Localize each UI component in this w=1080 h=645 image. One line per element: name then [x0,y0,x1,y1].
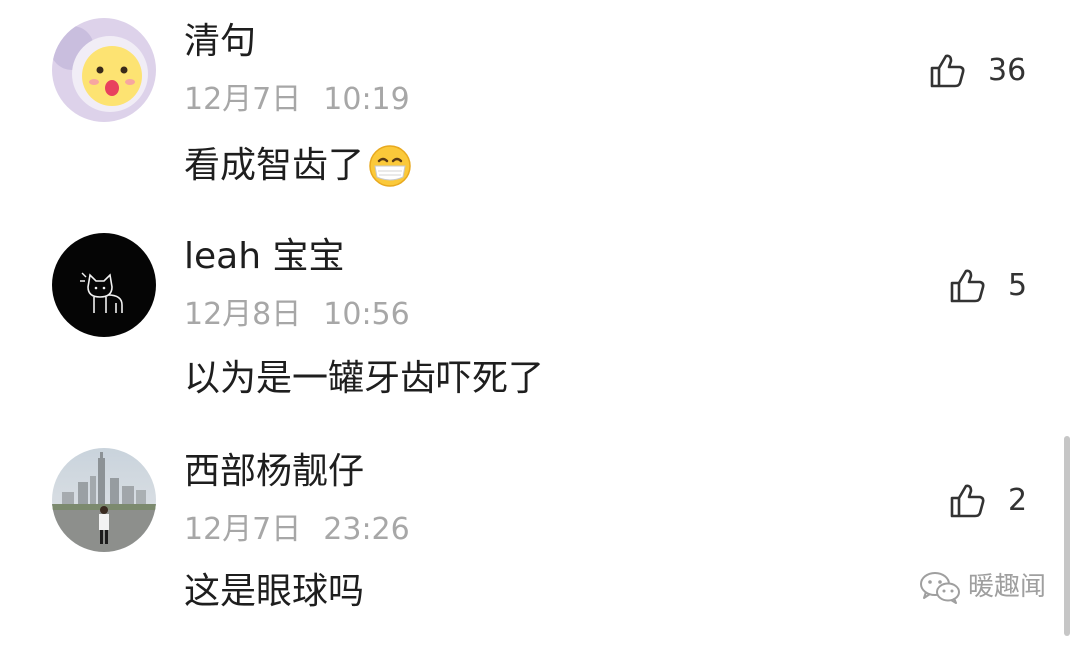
city-photo-avatar-icon [52,448,156,552]
thumbs-up-icon [930,54,965,88]
comment-timestamp: 12月7日 23:26 [184,512,410,548]
comment-date: 12月8日 [184,297,302,332]
comment-item: leah 宝宝 12月8日 10:56 以为是一罐牙齿吓死了 5 [0,215,1080,430]
username[interactable]: 清句 [184,20,256,64]
smiling-face-with-mask-emoji-icon [368,144,412,188]
like-button[interactable]: 2 [948,482,1027,520]
username[interactable]: 西部杨靓仔 [184,450,364,494]
comment-timestamp: 12月8日 10:56 [184,297,410,333]
scrollbar[interactable] [1064,436,1070,636]
user-avatar[interactable] [52,18,156,122]
comment-text-body: 这是眼球吗 [184,571,365,612]
user-avatar[interactable] [52,233,156,337]
comment-text: 以为是一罐牙齿吓死了 [184,357,544,401]
thumbs-up-icon [950,269,985,303]
thumbs-up-icon [950,484,985,518]
comment-time: 10:56 [323,297,410,332]
watermark-text: 暖趣闻 [968,572,1047,602]
cartoon-face-avatar-icon [52,18,156,122]
wechat-icon [920,572,960,604]
comment-text: 看成智齿了 [184,144,412,188]
user-avatar[interactable] [52,448,156,552]
comment-item: 西部杨靓仔 12月7日 23:26 这是眼球吗 2 [0,430,1080,645]
comment-text-body: 以为是一罐牙齿吓死了 [184,358,545,399]
comment-timestamp: 12月7日 10:19 [184,82,410,118]
comment-text: 这是眼球吗 [184,570,364,614]
comment-item: 清句 12月7日 10:19 看成智齿了 36 [0,0,1080,215]
sketch-cat-avatar-icon [52,233,156,337]
comment-time: 23:26 [323,512,410,547]
like-button[interactable]: 5 [948,267,1027,305]
comment-date: 12月7日 [184,82,302,117]
watermark: 暖趣闻 [918,570,1046,604]
username[interactable]: leah 宝宝 [184,235,344,279]
like-count: 5 [1008,268,1028,303]
comment-time: 10:19 [323,82,410,117]
comment-text-body: 看成智齿了 [184,145,365,186]
like-count: 2 [1008,483,1028,518]
like-button[interactable]: 36 [928,52,1026,90]
like-count: 36 [988,53,1027,88]
comment-date: 12月7日 [184,512,302,547]
